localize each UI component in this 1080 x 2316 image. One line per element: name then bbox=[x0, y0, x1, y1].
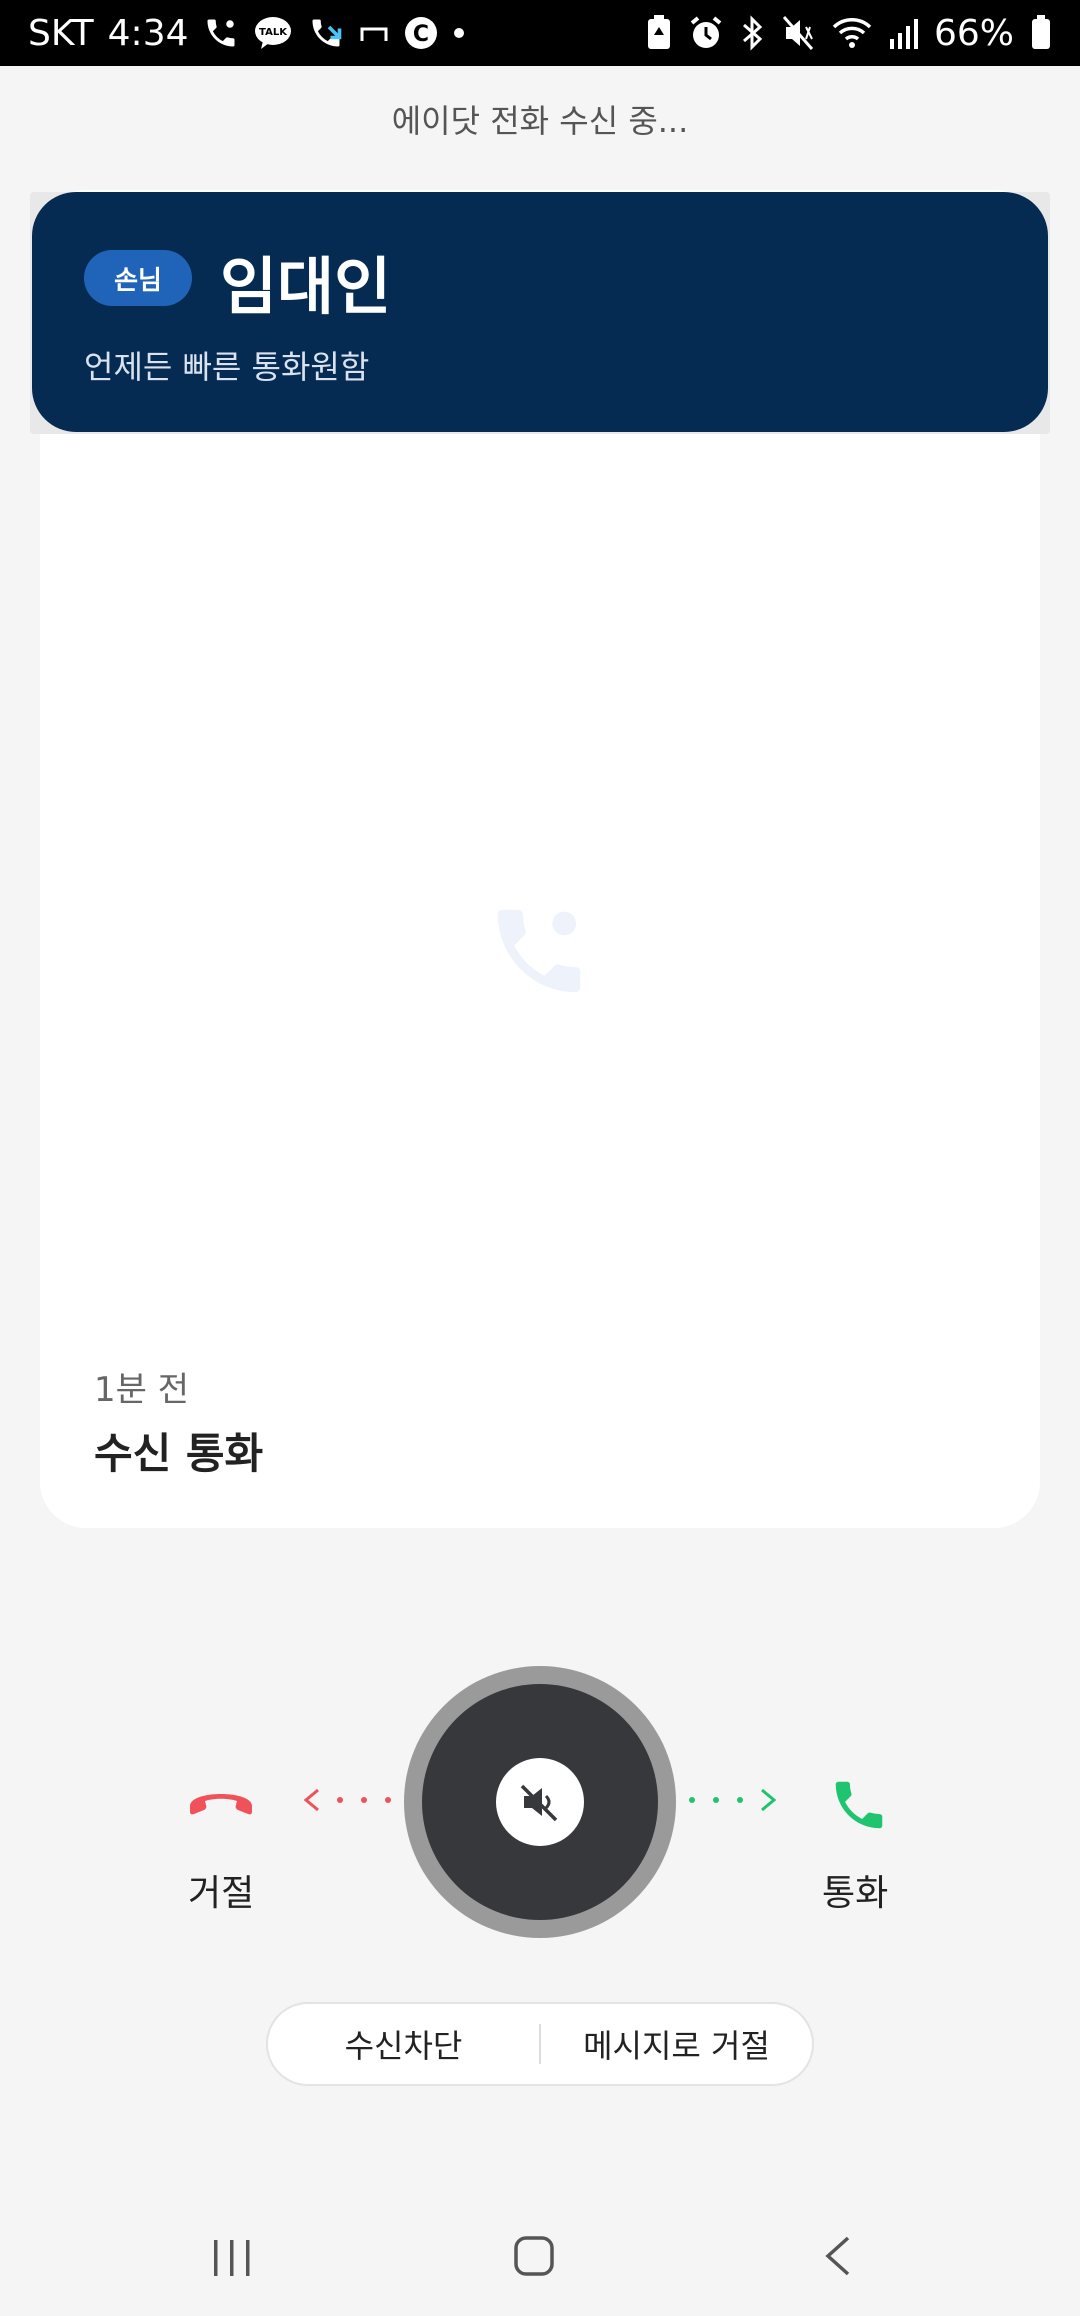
caller-memo: 언제든 빠른 통화원함 bbox=[84, 348, 370, 386]
back-icon bbox=[825, 2236, 850, 2276]
reject-call-icon[interactable] bbox=[186, 1780, 256, 1820]
ringing-status: 에이닷 전화 수신 중... bbox=[391, 102, 689, 140]
home-icon bbox=[514, 2236, 554, 2276]
dot-icon bbox=[453, 13, 465, 53]
kakaotalk-icon: TALK bbox=[253, 13, 293, 53]
mute-speaker-icon bbox=[520, 1784, 558, 1822]
recent-apps-icon bbox=[214, 2240, 250, 2276]
nfc-icon bbox=[359, 13, 389, 53]
alarm-icon bbox=[688, 13, 724, 53]
battery-icon bbox=[1030, 13, 1052, 53]
answer-slider[interactable] bbox=[404, 1666, 676, 1938]
quick-actions: 수신차단 메시지로 거절 bbox=[266, 2002, 814, 2086]
swipe-left-indicator bbox=[300, 1780, 400, 1820]
bluetooth-icon bbox=[740, 13, 766, 53]
status-bar: SKT 4:34 TALK C 66% bbox=[0, 0, 1080, 66]
accept-label: 통화 bbox=[822, 1873, 889, 1914]
call-app-icon bbox=[484, 896, 594, 1006]
battery-saver-icon bbox=[646, 13, 672, 53]
slider-handle[interactable] bbox=[422, 1684, 658, 1920]
battery-percent: 66% bbox=[933, 12, 1014, 54]
caller-name: 임대인 bbox=[220, 250, 392, 323]
navigation-bar bbox=[0, 2196, 1080, 2316]
call-type: 수신 통화 bbox=[94, 1429, 264, 1478]
carrier: SKT bbox=[28, 12, 94, 54]
caller-header: 손님 임대인 언제든 빠른 통화원함 bbox=[32, 192, 1048, 432]
svg-text:C: C bbox=[412, 22, 428, 47]
clock: 4:34 bbox=[107, 12, 189, 54]
home-button[interactable] bbox=[508, 2226, 568, 2290]
swipe-right-indicator bbox=[680, 1780, 780, 1820]
block-call-button[interactable]: 수신차단 bbox=[268, 2021, 539, 2067]
accept-call-icon[interactable] bbox=[828, 1774, 890, 1836]
vibrate-icon bbox=[782, 13, 816, 53]
call-time-ago: 1분 전 bbox=[94, 1370, 189, 1410]
caller-badge: 손님 bbox=[84, 250, 192, 306]
recent-apps-button[interactable] bbox=[208, 2226, 256, 2290]
call-forward-icon bbox=[307, 13, 345, 53]
wifi-icon bbox=[832, 13, 872, 53]
reject-label: 거절 bbox=[188, 1873, 255, 1914]
call-icon bbox=[203, 13, 239, 53]
signal-icon bbox=[888, 13, 918, 53]
reject-with-message-button[interactable]: 메시지로 거절 bbox=[541, 2021, 812, 2067]
c-icon: C bbox=[403, 13, 439, 53]
svg-text:TALK: TALK bbox=[259, 27, 288, 38]
mute-ringtone-button[interactable] bbox=[496, 1758, 584, 1846]
back-button[interactable] bbox=[814, 2226, 862, 2290]
